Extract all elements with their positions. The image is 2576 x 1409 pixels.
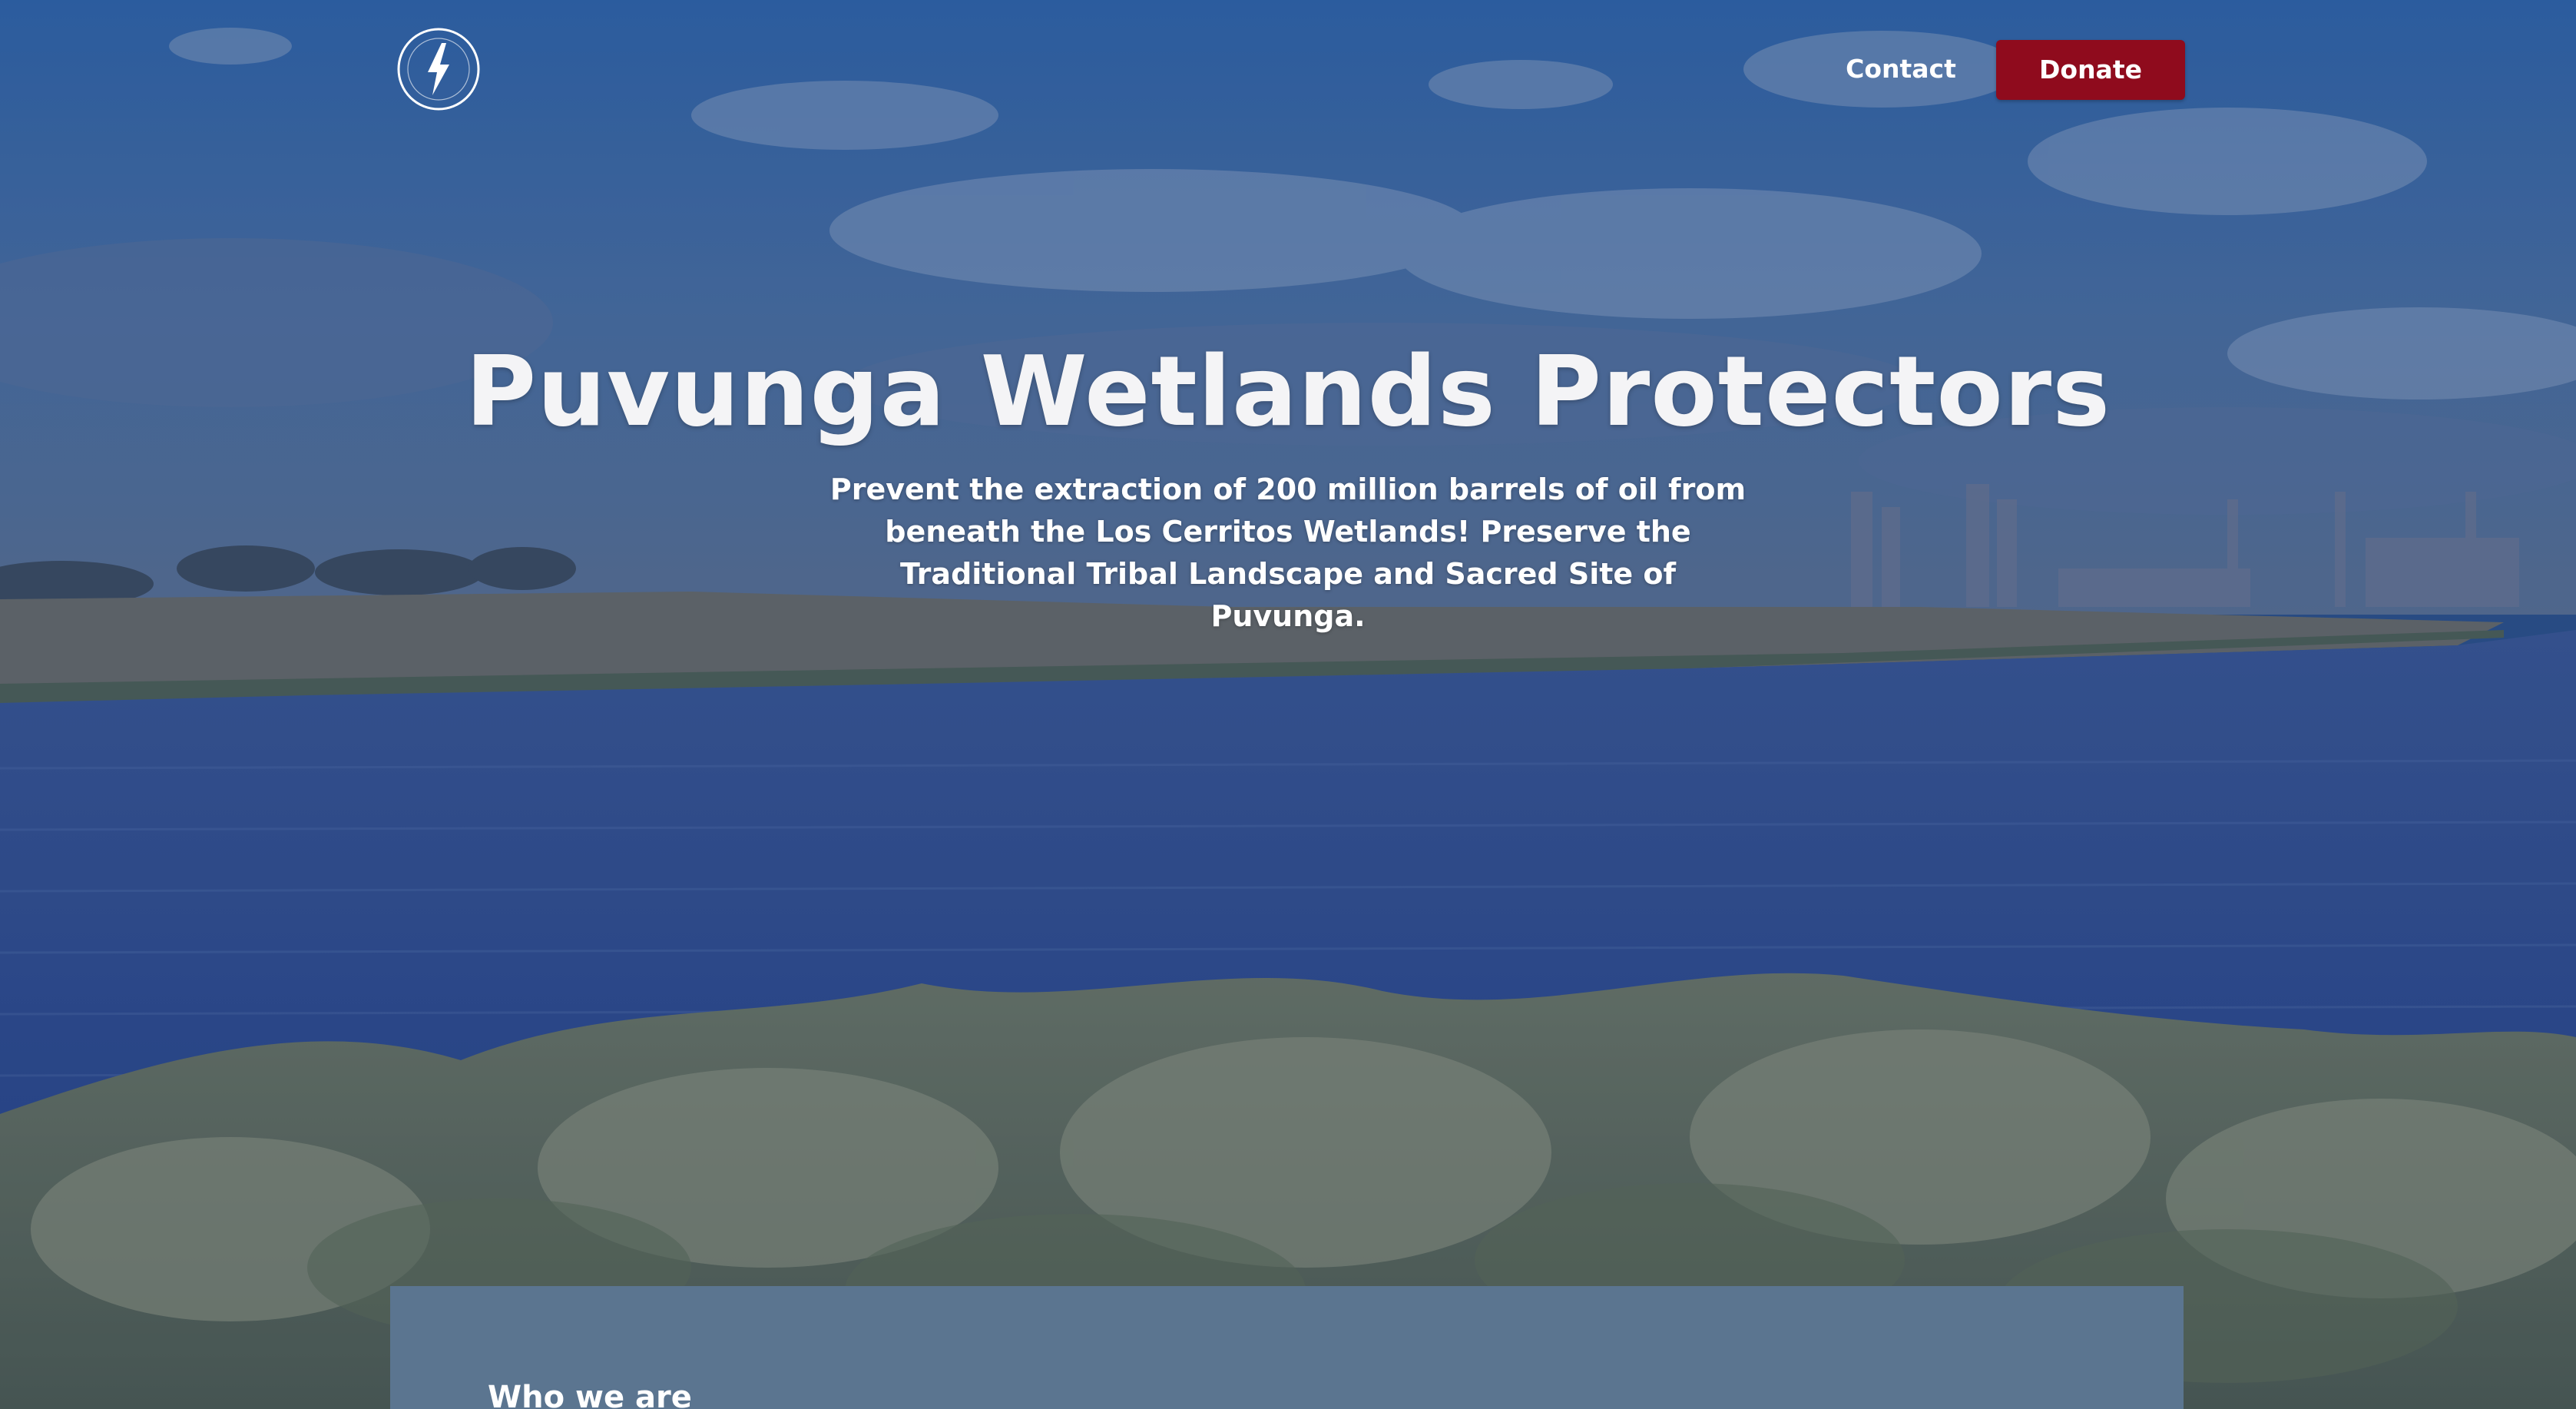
nav-contact-link[interactable]: Contact [1828, 40, 1974, 98]
donate-button[interactable]: Donate [1996, 40, 2185, 100]
site-logo[interactable] [396, 26, 482, 112]
about-heading: Who we are [488, 1380, 692, 1409]
hero-title: Puvunga Wetlands Protectors [465, 335, 2111, 448]
about-section-card: Who we are [390, 1286, 2184, 1409]
hero-background-image [0, 0, 2576, 1409]
hero-subtitle: Prevent the extraction of 200 million ba… [829, 472, 1747, 633]
lightning-bolt-icon [428, 43, 449, 95]
hero-section: Contact Donate Puvunga Wetlands Protecto… [0, 0, 2576, 1409]
